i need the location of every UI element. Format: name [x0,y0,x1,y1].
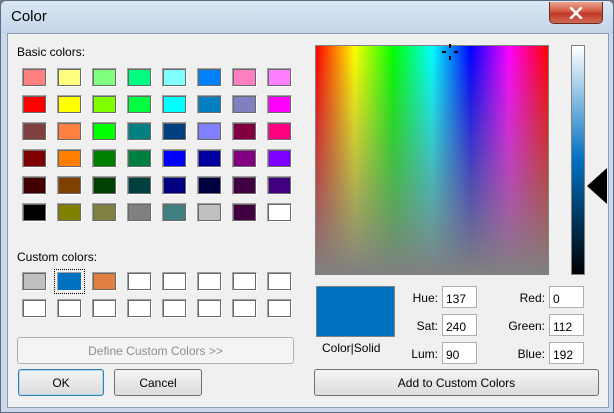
basic-color-swatch[interactable] [162,95,187,114]
basic-color-swatch[interactable] [197,122,222,141]
custom-color-swatch[interactable] [22,299,47,318]
red-label: Red: [519,291,545,305]
basic-color-swatch[interactable] [197,95,222,114]
basic-color-swatch[interactable] [92,95,117,114]
custom-color-swatch[interactable] [127,272,152,291]
custom-color-swatch[interactable] [162,272,187,291]
hue-saturation-spectrum[interactable] [315,44,549,275]
custom-color-swatch[interactable] [92,299,117,318]
basic-color-swatch[interactable] [267,122,292,141]
basic-color-swatch[interactable] [22,68,47,87]
basic-color-swatch[interactable] [232,122,257,141]
basic-color-swatch[interactable] [57,95,82,114]
basic-color-swatch[interactable] [197,68,222,87]
basic-color-swatch[interactable] [127,149,152,168]
add-to-custom-colors-button[interactable]: Add to Custom Colors [314,369,599,396]
basic-color-swatch[interactable] [57,122,82,141]
basic-color-swatch[interactable] [162,149,187,168]
basic-color-swatch[interactable] [197,176,222,195]
sat-label: Sat: [416,319,438,333]
lum-field[interactable] [442,342,477,364]
basic-color-swatch[interactable] [232,68,257,87]
define-custom-colors-button[interactable]: Define Custom Colors >> [17,337,294,364]
basic-color-swatch[interactable] [22,203,47,222]
basic-color-swatch[interactable] [22,176,47,195]
color-preview [316,286,395,337]
custom-color-swatch[interactable] [197,272,222,291]
basic-color-swatch[interactable] [267,203,292,222]
basic-color-swatch[interactable] [92,176,117,195]
basic-color-swatch[interactable] [22,95,47,114]
basic-color-swatch[interactable] [127,68,152,87]
red-field[interactable] [549,286,584,308]
basic-color-swatch[interactable] [232,203,257,222]
basic-color-swatch[interactable] [267,95,292,114]
basic-color-swatch[interactable] [92,122,117,141]
color-dialog: Color Basic colors: Custom colors: Defin… [0,0,614,413]
custom-color-swatch[interactable] [162,299,187,318]
custom-color-swatch[interactable] [232,272,257,291]
basic-color-swatch[interactable] [197,149,222,168]
blue-label: Blue: [517,347,545,361]
basic-color-swatch[interactable] [22,122,47,141]
basic-color-swatch[interactable] [267,149,292,168]
close-x-icon [569,6,583,19]
custom-color-swatch[interactable] [22,272,47,291]
basic-color-swatch[interactable] [57,176,82,195]
close-button[interactable] [549,2,603,24]
basic-color-swatch[interactable] [232,176,257,195]
custom-color-swatch[interactable] [267,299,292,318]
dialog-title: Color [11,8,47,25]
luminosity-slider[interactable] [571,45,585,275]
basic-colors-label: Basic colors: [17,45,86,59]
lum-label: Lum: [411,347,438,361]
custom-color-swatch[interactable] [197,299,222,318]
custom-color-swatch[interactable] [127,299,152,318]
title-bar[interactable]: Color [1,1,613,33]
basic-color-swatch[interactable] [162,203,187,222]
hue-field[interactable] [442,286,477,308]
basic-color-swatch[interactable] [267,176,292,195]
basic-color-swatch[interactable] [232,149,257,168]
green-label: Green: [508,319,545,333]
custom-color-swatch[interactable] [57,299,82,318]
basic-color-swatch[interactable] [267,68,292,87]
basic-color-swatch[interactable] [197,203,222,222]
basic-color-swatch[interactable] [162,176,187,195]
crosshair-icon [442,44,458,60]
basic-color-swatch[interactable] [92,203,117,222]
sat-field[interactable] [442,314,477,336]
blue-field[interactable] [549,342,584,364]
basic-color-swatch[interactable] [92,149,117,168]
basic-color-swatch[interactable] [162,68,187,87]
custom-color-swatch[interactable] [54,269,85,294]
basic-color-swatch[interactable] [57,68,82,87]
custom-color-swatch[interactable] [92,272,117,291]
cancel-button[interactable]: Cancel [114,369,202,396]
basic-color-swatch[interactable] [127,203,152,222]
luminosity-arrow-icon[interactable] [587,168,607,204]
basic-color-swatch[interactable] [22,149,47,168]
basic-color-swatch[interactable] [57,149,82,168]
basic-color-swatch[interactable] [127,95,152,114]
dialog-client-area: Basic colors: Custom colors: Define Cust… [7,33,609,408]
color-solid-label: Color|Solid [322,341,381,355]
basic-color-swatch[interactable] [232,95,257,114]
basic-color-swatch[interactable] [127,122,152,141]
basic-color-swatch[interactable] [92,68,117,87]
custom-color-swatch[interactable] [267,272,292,291]
custom-color-swatch[interactable] [232,299,257,318]
custom-colors-label: Custom colors: [17,250,98,264]
basic-color-swatch[interactable] [162,122,187,141]
basic-color-swatch[interactable] [57,203,82,222]
ok-button[interactable]: OK [18,369,104,396]
basic-color-swatch[interactable] [127,176,152,195]
hue-label: Hue: [412,291,438,305]
green-field[interactable] [549,314,584,336]
